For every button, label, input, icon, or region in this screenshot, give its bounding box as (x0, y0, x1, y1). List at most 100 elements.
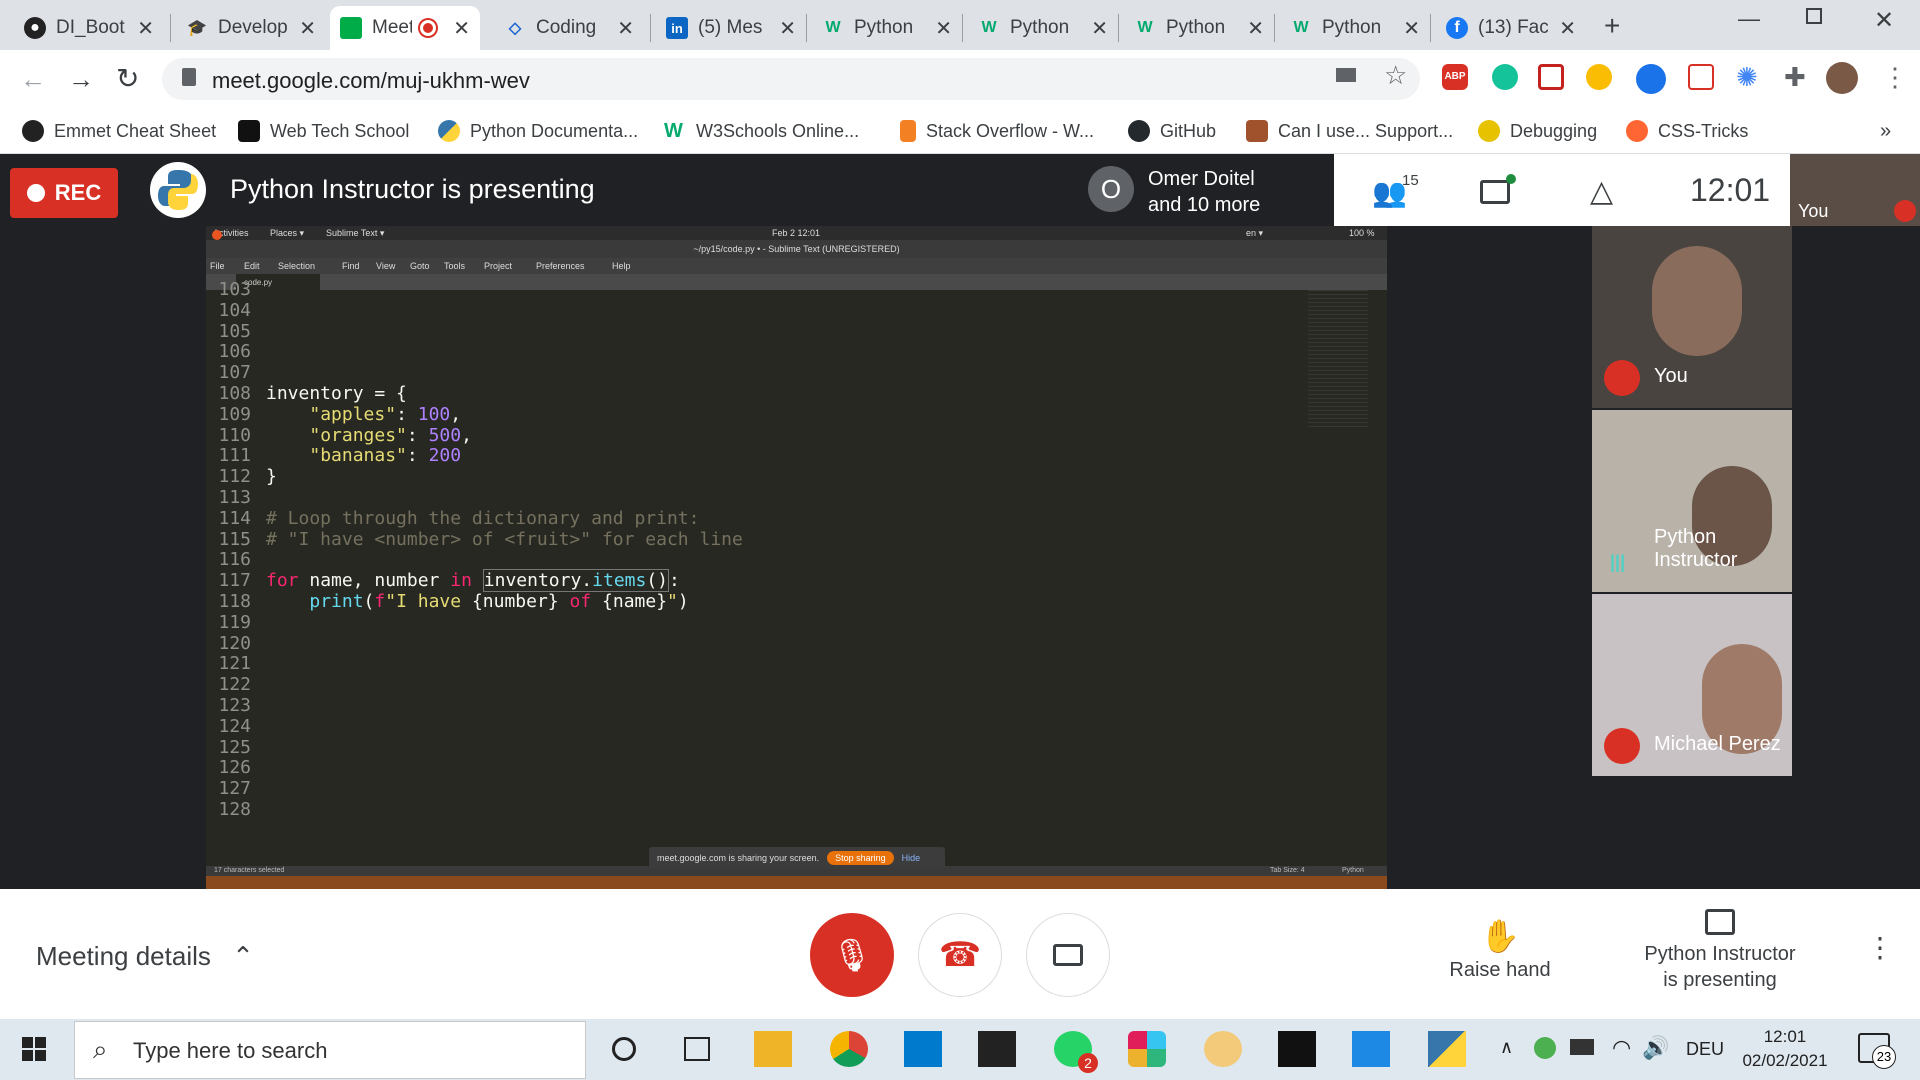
raise-hand-button[interactable]: ✋ Raise hand (1440, 917, 1560, 982)
ubuntu-battery: 100 % (1349, 228, 1375, 238)
adblock-icon[interactable]: ABP (1442, 64, 1468, 90)
leave-call-button[interactable]: ☎ (918, 913, 1002, 997)
chrome-icon[interactable] (830, 1031, 868, 1067)
menu-icon[interactable]: ⋮ (1882, 62, 1908, 93)
status-tab-size: Tab Size: 4 (1270, 867, 1305, 874)
chat-icon[interactable] (1480, 180, 1510, 204)
tray-app-icon[interactable] (1534, 1037, 1556, 1059)
python-icon[interactable] (1428, 1031, 1466, 1067)
bookmark-emmet[interactable]: Emmet Cheat Sheet (22, 116, 216, 146)
profile-avatar[interactable] (1826, 62, 1858, 94)
lock-icon[interactable] (182, 68, 196, 86)
participant-tiles: You ||| Python Instructor Michael Perez (1592, 226, 1792, 779)
tile-michael-perez[interactable]: Michael Perez (1592, 594, 1792, 776)
windows-taskbar: ⌕ Type here to search 2 ∧ ◠ 🔊 DEU 12:01 … (0, 1019, 1920, 1080)
self-preview[interactable]: You (1790, 154, 1920, 226)
tab-label: Python (1166, 17, 1226, 38)
cortana-icon[interactable] (612, 1037, 636, 1061)
tile-python-instructor[interactable]: ||| Python Instructor (1592, 410, 1792, 592)
minimize-button[interactable]: — (1738, 6, 1760, 32)
puzzle-icon[interactable]: ✚ (1784, 62, 1806, 93)
presentation-button[interactable]: Python Instructor is presenting (1620, 909, 1820, 993)
forward-icon[interactable]: → (68, 64, 94, 95)
back-icon[interactable]: ← (20, 64, 46, 95)
python-icon (438, 120, 460, 142)
close-icon[interactable]: ✕ (779, 16, 796, 41)
tab-develop[interactable]: 🎓 Develop ✕ (176, 6, 326, 50)
wifi-icon[interactable]: ◠ (1612, 1035, 1631, 1061)
taskbar-search-box[interactable]: ⌕ Type here to search (74, 1021, 586, 1079)
input-language[interactable]: DEU (1686, 1039, 1724, 1060)
tab-python-1[interactable]: W Python ✕ (812, 6, 962, 50)
notification-center-icon[interactable]: 23 (1858, 1033, 1896, 1069)
tab-python-2[interactable]: W Python ✕ (968, 6, 1118, 50)
paint-icon[interactable] (1204, 1031, 1242, 1067)
chevron-up-icon: ⌃ (232, 941, 254, 971)
new-tab-button[interactable]: + (1604, 10, 1620, 42)
vscode-icon[interactable] (904, 1031, 942, 1067)
bookmark-debugging[interactable]: Debugging (1478, 116, 1597, 146)
slack-icon[interactable] (1128, 1031, 1166, 1067)
taskbar-clock[interactable]: 12:01 02/02/2021 (1740, 1025, 1830, 1073)
photos-icon[interactable] (1352, 1031, 1390, 1067)
tab-python-3[interactable]: W Python ✕ (1124, 6, 1274, 50)
bookmark-github[interactable]: GitHub (1128, 116, 1216, 146)
tile-you[interactable]: You (1592, 226, 1792, 408)
close-icon[interactable]: ✕ (137, 16, 154, 41)
tab-coding[interactable]: ◇ Coding ✕ (494, 6, 644, 50)
close-icon[interactable]: ✕ (1091, 16, 1108, 41)
tab-label: Meet (372, 17, 412, 38)
extension-icon[interactable] (1538, 64, 1564, 90)
volume-icon[interactable]: 🔊 (1642, 1035, 1669, 1061)
tab-di-boot[interactable]: ● DI_Boot ✕ (14, 6, 164, 50)
camera-icon[interactable] (1336, 68, 1356, 82)
bookmark-csstricks[interactable]: CSS-Tricks (1626, 116, 1748, 146)
bookmark-stackoverflow[interactable]: Stack Overflow - W... (900, 116, 1094, 146)
mic-toggle-button[interactable]: 🎙 (810, 913, 894, 997)
tab-facebook[interactable]: f (13) Fac ✕ (1436, 6, 1586, 50)
star-icon[interactable]: ☆ (1384, 60, 1407, 91)
task-view-icon[interactable] (684, 1037, 710, 1061)
participants-summary[interactable]: O Omer Doitel and 10 more (1078, 154, 1334, 226)
tab-python-4[interactable]: W Python ✕ (1280, 6, 1430, 50)
vpn-icon[interactable] (1636, 64, 1666, 94)
url-text[interactable]: meet.google.com/muj-ukhm-wev (212, 68, 530, 94)
whatsapp-icon[interactable]: 2 (1054, 1031, 1098, 1073)
extension-icon[interactable]: ✺ (1736, 62, 1766, 92)
restore-button[interactable] (1806, 8, 1822, 24)
terminal-icon[interactable] (1278, 1031, 1316, 1067)
battery-icon[interactable] (1570, 1039, 1594, 1055)
chevron-up-icon[interactable]: ∧ (1500, 1037, 1513, 1058)
whatsapp-badge: 2 (1078, 1053, 1098, 1073)
close-icon[interactable]: ✕ (617, 16, 634, 41)
file-explorer-icon[interactable] (754, 1031, 792, 1067)
bookmark-w3schools[interactable]: W W3Schools Online... (664, 116, 859, 146)
sticky-notes-icon[interactable] (978, 1031, 1016, 1067)
close-icon[interactable]: ✕ (453, 16, 470, 41)
more-options-icon[interactable]: ⋮ (1866, 931, 1894, 964)
activities-icon[interactable]: △ (1590, 174, 1613, 209)
meeting-details-button[interactable]: Meeting details ⌃ (36, 941, 254, 972)
extension-icon[interactable] (1586, 64, 1612, 90)
sublime-menu-item: Tools (444, 261, 466, 271)
bookmark-python-docs[interactable]: Python Documenta... (438, 116, 638, 146)
close-window-button[interactable]: ✕ (1874, 6, 1894, 35)
close-icon[interactable]: ✕ (1247, 16, 1264, 41)
screenshot-icon[interactable] (1688, 64, 1714, 90)
reload-icon[interactable]: ↻ (116, 62, 139, 95)
bookmark-webtech[interactable]: Web Tech School (238, 116, 409, 146)
camera-toggle-button[interactable] (1026, 913, 1110, 997)
close-icon[interactable]: ✕ (935, 16, 952, 41)
close-icon[interactable]: ✕ (1403, 16, 1420, 41)
caniuse-icon (1246, 120, 1268, 142)
windows-start-icon[interactable] (22, 1037, 46, 1061)
close-icon[interactable]: ✕ (299, 16, 316, 41)
tab-meet[interactable]: Meet ✕ (330, 6, 480, 50)
bookmark-caniuse[interactable]: Can I use... Support... (1246, 116, 1453, 146)
tab-linkedin[interactable]: in (5) Mes ✕ (656, 6, 806, 50)
close-icon[interactable]: ✕ (1559, 16, 1576, 41)
grammarly-icon[interactable] (1492, 64, 1518, 90)
sublime-menu-item: View (376, 261, 396, 271)
bookmarks-overflow-icon[interactable]: » (1880, 116, 1891, 146)
search-placeholder: Type here to search (133, 1038, 328, 1063)
